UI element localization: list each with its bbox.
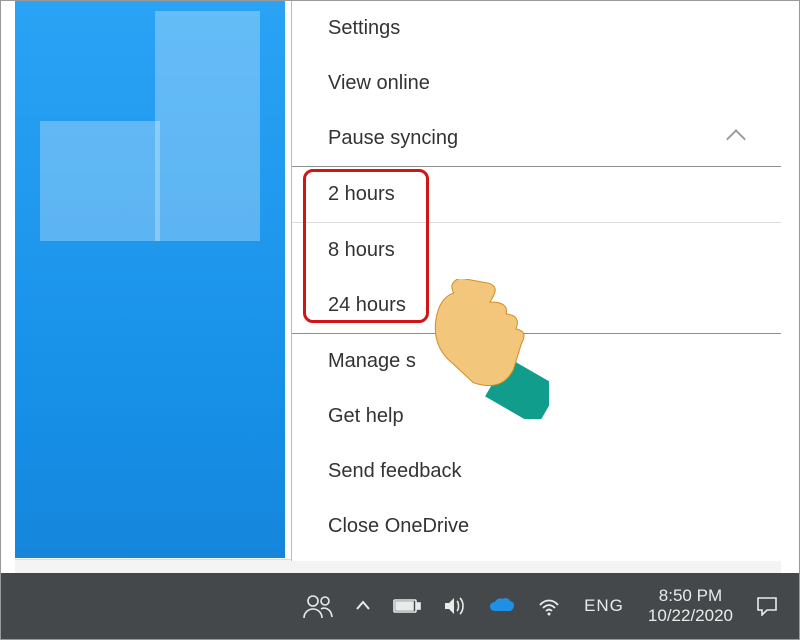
menu-item-settings[interactable]: Settings (292, 1, 781, 56)
volume-icon[interactable] (432, 573, 478, 639)
menu-item-label: Close OneDrive (328, 515, 469, 538)
screenshot-root: Settings View online Pause syncing 2 hou… (0, 0, 800, 640)
chevron-up-icon (726, 129, 746, 149)
desktop-wallpaper (15, 1, 285, 558)
windows-logo-pane (155, 121, 260, 241)
windows-logo-pane (40, 121, 160, 241)
menu-item-label: 24 hours (328, 294, 406, 317)
people-icon[interactable] (292, 573, 344, 639)
menu-item-get-help[interactable]: Get help (292, 389, 781, 444)
pause-option-2-hours[interactable]: 2 hours (292, 167, 781, 222)
menu-item-label: 8 hours (328, 239, 395, 262)
clock-date: 10/22/2020 (648, 606, 733, 626)
menu-item-label: 2 hours (328, 183, 395, 206)
wifi-icon[interactable] (526, 573, 572, 639)
language-indicator[interactable]: ENG (572, 596, 636, 616)
menu-item-label: Settings (328, 17, 400, 40)
menu-item-view-online[interactable]: View online (292, 56, 781, 111)
menu-item-label: Get help (328, 405, 404, 428)
language-label: ENG (584, 596, 624, 615)
taskbar-clock[interactable]: 8:50 PM 10/22/2020 (636, 586, 745, 625)
pause-option-8-hours[interactable]: 8 hours (292, 223, 781, 278)
tray-expand-icon[interactable] (344, 573, 382, 639)
menu-item-pause-syncing[interactable]: Pause syncing (292, 111, 781, 166)
menu-item-label: Manage s (328, 350, 416, 373)
clock-time: 8:50 PM (659, 586, 722, 606)
battery-icon[interactable] (382, 573, 432, 639)
menu-item-label: Send feedback (328, 460, 461, 483)
menu-item-label: View online (328, 72, 430, 95)
menu-item-send-feedback[interactable]: Send feedback (292, 444, 781, 499)
taskbar: ENG 8:50 PM 10/22/2020 (1, 573, 799, 639)
action-center-icon[interactable] (745, 573, 789, 639)
pause-option-24-hours[interactable]: 24 hours (292, 278, 781, 333)
onedrive-tray-icon[interactable] (478, 573, 526, 639)
menu-item-label: Pause syncing (328, 127, 458, 150)
onedrive-context-menu: Settings View online Pause syncing 2 hou… (291, 1, 781, 561)
menu-item-manage-storage[interactable]: Manage s (292, 334, 781, 389)
menu-item-close-onedrive[interactable]: Close OneDrive (292, 499, 781, 554)
windows-logo-pane (155, 11, 260, 121)
